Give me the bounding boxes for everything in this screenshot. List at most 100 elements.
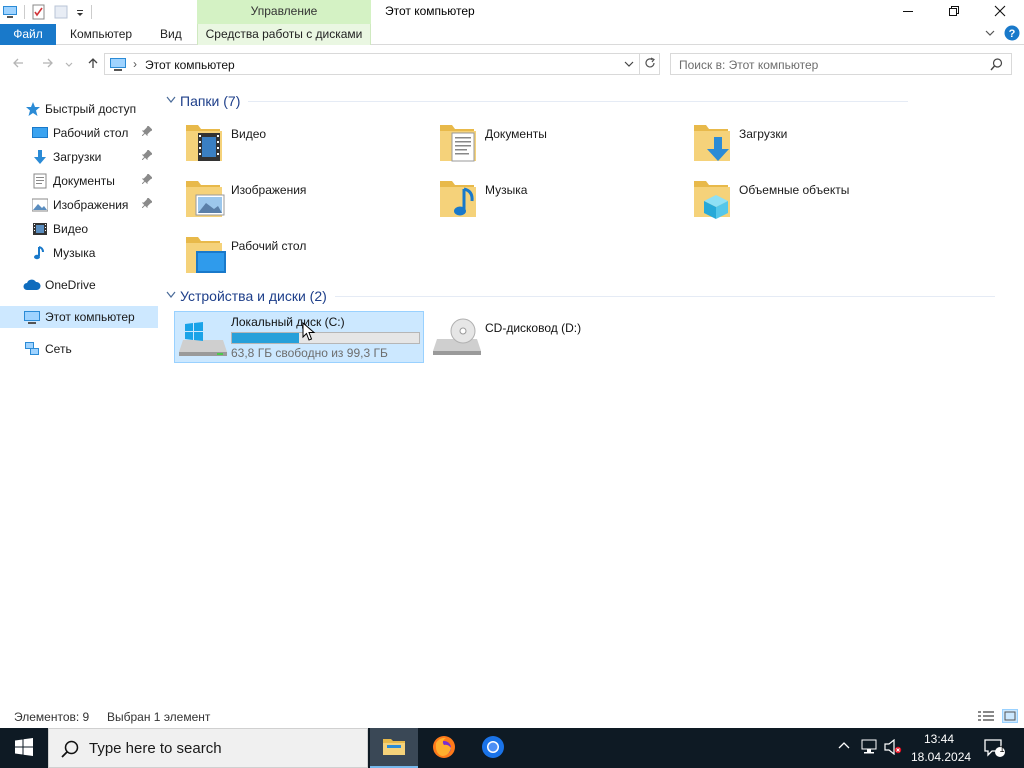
- taskbar-file-explorer[interactable]: [370, 728, 418, 768]
- folder-tile-video[interactable]: Видео: [184, 119, 434, 173]
- drive-free-space: 63,8 ГБ свободно из 99,3 ГБ: [231, 346, 388, 360]
- clock-time[interactable]: 13:44: [924, 732, 954, 746]
- drive-tile-d[interactable]: CD-дисковод (D:): [430, 311, 680, 363]
- ribbon-controls: ?: [984, 24, 1020, 45]
- taskbar-chrome[interactable]: [469, 728, 517, 768]
- address-row: › Этот компьютер Поиск в: Этот компьютер: [0, 50, 1024, 78]
- start-button[interactable]: [0, 728, 48, 768]
- star-icon: [25, 101, 41, 117]
- group-title: Папки (7): [180, 93, 241, 109]
- nav-label: Загрузки: [53, 150, 102, 164]
- search-icon[interactable]: [990, 58, 1003, 74]
- refresh-button[interactable]: [640, 53, 660, 75]
- nav-quick-access[interactable]: Быстрый доступ: [0, 98, 158, 120]
- collapse-chevron-icon[interactable]: [166, 95, 180, 107]
- tab-file[interactable]: Файл: [0, 24, 56, 45]
- chrome-icon: [481, 735, 505, 762]
- folder-tile-pictures[interactable]: Изображения: [184, 175, 434, 229]
- search-placeholder: Поиск в: Этот компьютер: [679, 58, 819, 72]
- network-icon: [23, 341, 39, 357]
- pin-icon[interactable]: [141, 125, 153, 139]
- taskbar-search[interactable]: Type here to search: [48, 728, 368, 768]
- folder-tile-music[interactable]: Музыка: [438, 175, 688, 229]
- back-button[interactable]: [8, 54, 28, 74]
- recent-locations-button[interactable]: [62, 54, 76, 74]
- properties-icon[interactable]: [31, 4, 47, 20]
- pin-icon[interactable]: [141, 173, 153, 187]
- desktop-icon: [32, 125, 48, 141]
- tray-expand-icon[interactable]: [838, 740, 850, 755]
- devices-group-header[interactable]: Устройства и диски (2): [166, 286, 995, 306]
- video-icon: [32, 221, 48, 237]
- search-box[interactable]: Поиск в: Этот компьютер: [670, 53, 1012, 75]
- up-button[interactable]: [83, 54, 103, 74]
- computer-icon: [23, 309, 40, 325]
- customize-dropdown-icon[interactable]: [75, 4, 85, 20]
- nav-onedrive[interactable]: OneDrive: [0, 274, 158, 296]
- network-tray-icon[interactable]: [860, 739, 878, 758]
- pin-icon[interactable]: [141, 149, 153, 163]
- drive-tile-c[interactable]: Локальный диск (C:) 63,8 ГБ свободно из …: [174, 311, 424, 363]
- restore-button[interactable]: [931, 0, 977, 24]
- nav-network[interactable]: Сеть: [0, 338, 158, 360]
- pictures-folder-icon: [184, 175, 228, 223]
- tab-disk-tools[interactable]: Средства работы с дисками: [197, 24, 371, 45]
- nav-item-downloads[interactable]: Загрузки: [0, 146, 158, 168]
- group-divider: [248, 100, 909, 102]
- nav-label: Этот компьютер: [45, 310, 135, 324]
- folder-tile-desktop[interactable]: Рабочий стол: [184, 231, 434, 285]
- group-divider: [334, 295, 995, 297]
- nav-item-documents[interactable]: Документы: [0, 170, 158, 192]
- title-bar: Управление Этот компьютер: [0, 0, 1024, 24]
- help-icon[interactable]: ?: [1004, 25, 1020, 44]
- nav-label: Изображения: [53, 198, 129, 212]
- search-icon: [61, 740, 79, 761]
- music-folder-icon: [438, 175, 482, 223]
- group-title: Устройства и диски (2): [180, 288, 327, 304]
- new-folder-icon[interactable]: [53, 4, 69, 20]
- folder-label: Музыка: [485, 183, 528, 197]
- status-bar: Элементов: 9 Выбран 1 элемент: [0, 706, 1024, 728]
- tab-computer[interactable]: Компьютер: [70, 24, 132, 45]
- folder-label: Загрузки: [739, 127, 788, 141]
- nav-item-music[interactable]: Музыка: [0, 242, 158, 264]
- folder-tile-downloads[interactable]: Загрузки: [692, 119, 942, 173]
- folder-tile-documents[interactable]: Документы: [438, 119, 688, 173]
- collapse-chevron-icon[interactable]: [166, 290, 180, 302]
- notification-count: 1: [999, 744, 1005, 754]
- pin-icon[interactable]: [141, 197, 153, 211]
- breadcrumb[interactable]: Этот компьютер: [145, 58, 235, 72]
- pictures-icon: [31, 197, 49, 213]
- forward-button[interactable]: [38, 54, 58, 74]
- nav-label: Быстрый доступ: [45, 102, 137, 116]
- details-view-icon[interactable]: [978, 710, 994, 725]
- address-dropdown-icon[interactable]: [623, 58, 635, 73]
- back-arrow-icon: [11, 56, 25, 73]
- tiles-view-icon[interactable]: [1002, 709, 1018, 723]
- music-icon: [32, 245, 48, 261]
- folders-group-header[interactable]: Папки (7): [166, 91, 909, 111]
- clock-date[interactable]: 18.04.2024: [911, 750, 971, 764]
- nav-this-pc[interactable]: Этот компьютер: [0, 306, 158, 328]
- nav-item-pictures[interactable]: Изображения: [0, 194, 158, 216]
- navigation-pane: Быстрый доступ Рабочий стол Загрузки Док…: [0, 96, 160, 706]
- documents-folder-icon: [438, 119, 482, 167]
- minimize-button[interactable]: [885, 0, 931, 24]
- nav-label: Документы: [53, 174, 115, 188]
- nav-label: Сеть: [45, 342, 72, 356]
- volume-muted-icon[interactable]: [884, 738, 902, 758]
- drive-usage-fill: [232, 333, 299, 343]
- folder-tile-3d-objects[interactable]: Объемные объекты: [692, 175, 942, 229]
- restore-icon: [948, 4, 960, 20]
- close-button[interactable]: [977, 0, 1023, 24]
- expand-ribbon-icon[interactable]: [984, 27, 996, 42]
- quick-access-toolbar: [0, 2, 92, 22]
- address-bar[interactable]: › Этот компьютер: [104, 53, 640, 75]
- nav-item-video[interactable]: Видео: [0, 218, 158, 240]
- drive-usage-bar: [231, 332, 420, 344]
- nav-item-desktop[interactable]: Рабочий стол: [0, 122, 158, 144]
- taskbar-firefox[interactable]: [420, 728, 468, 768]
- ribbon-tab-row: Файл Компьютер Вид Средства работы с дис…: [0, 24, 1024, 45]
- downloads-icon: [32, 149, 48, 165]
- tab-view[interactable]: Вид: [160, 24, 182, 45]
